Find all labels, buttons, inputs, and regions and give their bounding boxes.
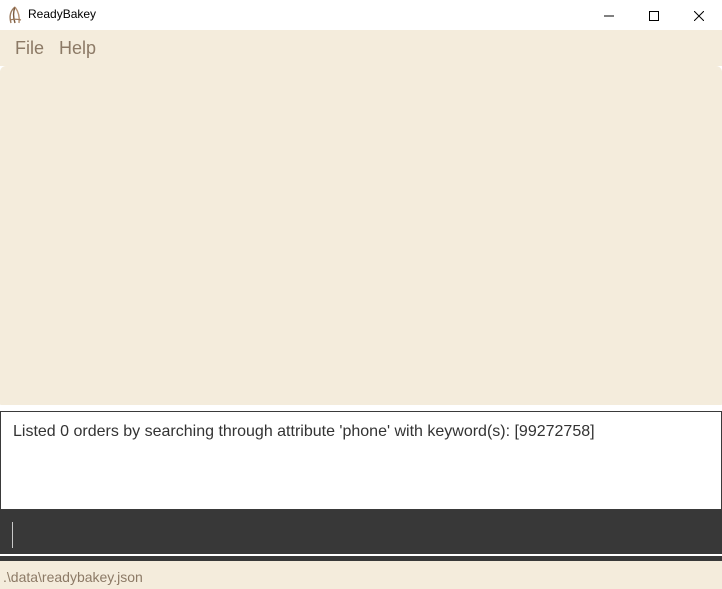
minimize-button[interactable] [586, 0, 632, 30]
maximize-button[interactable] [631, 0, 677, 30]
readybakey-logo-icon [7, 6, 23, 24]
order-list-panel[interactable] [0, 66, 722, 409]
maximize-icon [649, 6, 659, 25]
menu-file[interactable]: File [15, 38, 44, 59]
menu-bar: File Help [0, 30, 722, 66]
close-icon [693, 6, 705, 25]
save-location: .\data\readybakey.json [3, 569, 143, 585]
window-title: ReadyBakey [28, 7, 97, 21]
menu-help[interactable]: Help [59, 38, 96, 59]
title-bar: ReadyBakey [0, 0, 722, 30]
status-bar: .\data\readybakey.json [0, 561, 722, 589]
command-input[interactable] [0, 510, 722, 554]
close-button[interactable] [676, 0, 722, 30]
result-display[interactable]: Listed 0 orders by searching through att… [0, 411, 722, 510]
minimize-icon [604, 6, 614, 25]
text-caret [12, 522, 13, 548]
result-message: Listed 0 orders by searching through att… [13, 423, 595, 440]
